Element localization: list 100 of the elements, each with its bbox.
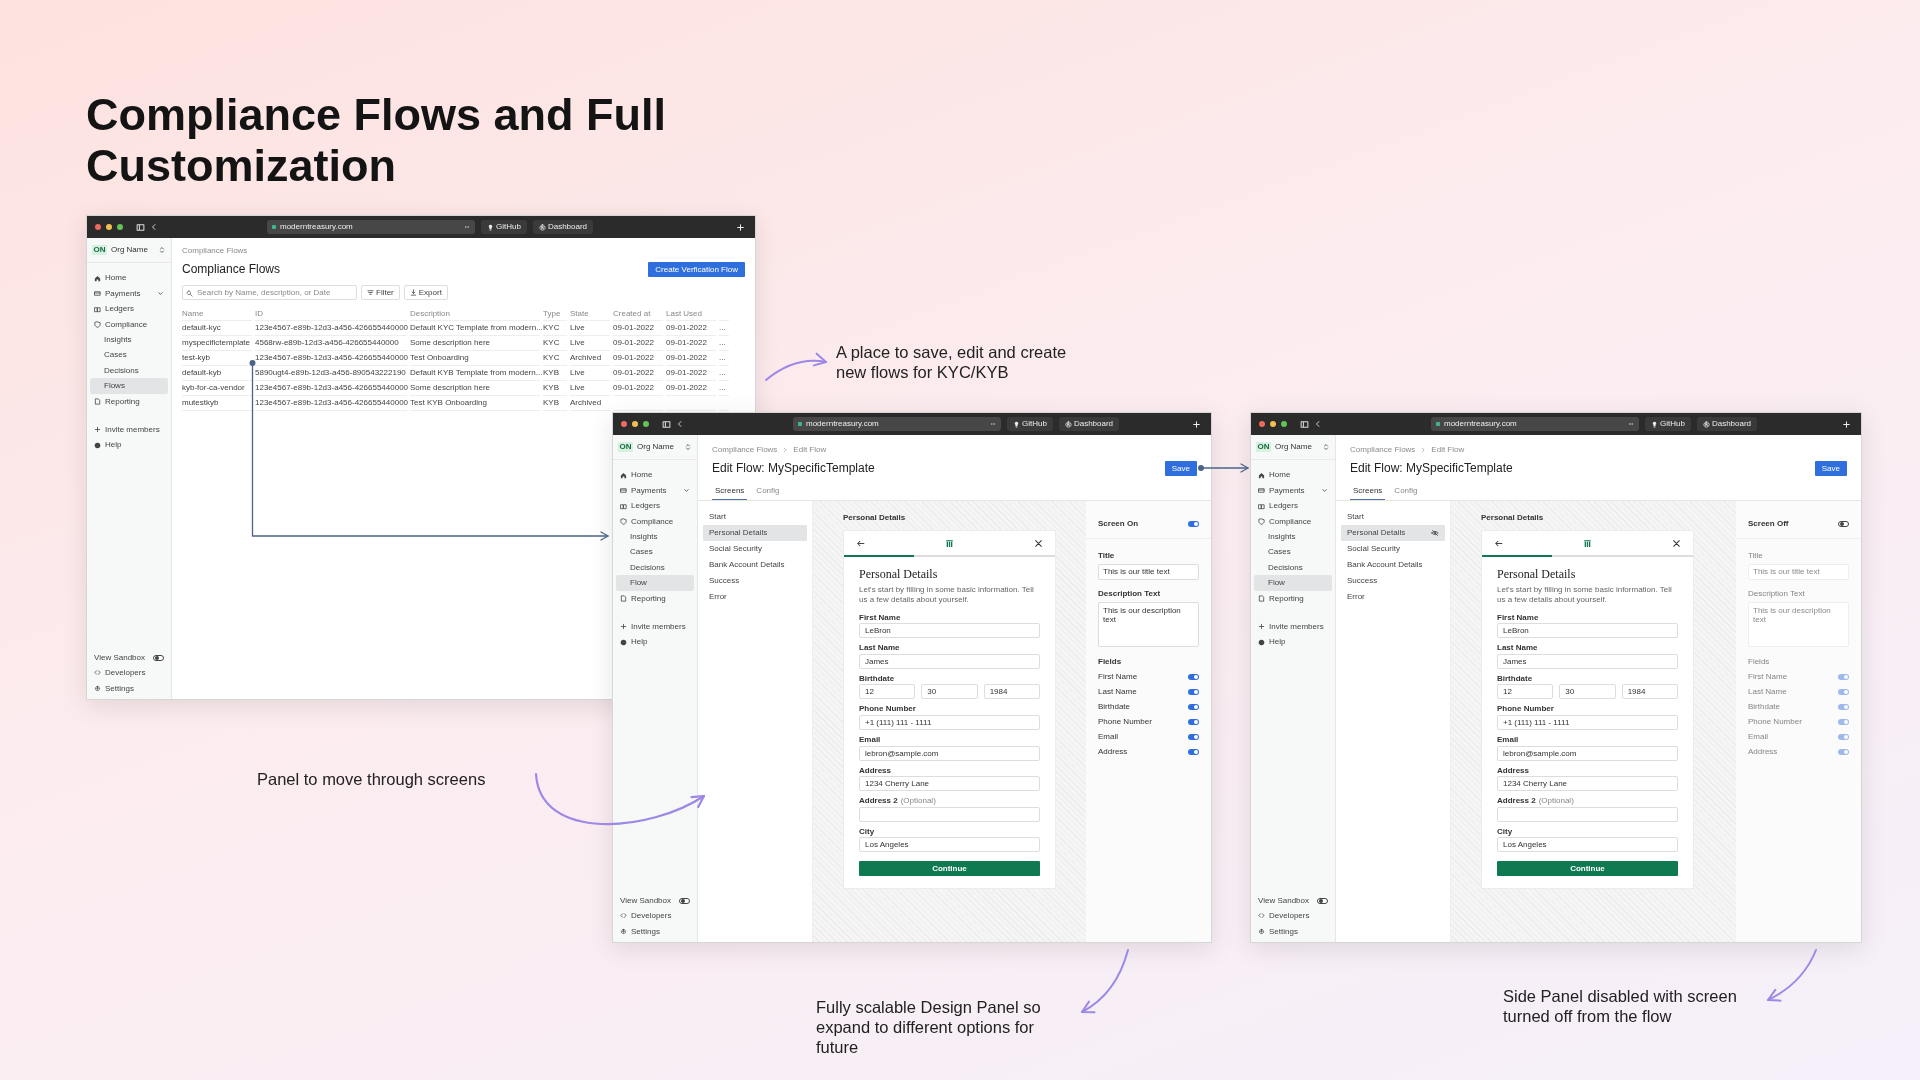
toggle-switch[interactable] [679, 897, 690, 904]
nav-item[interactable]: Settings [90, 680, 168, 696]
nav-item[interactable]: Invite members [1254, 619, 1332, 635]
input-field[interactable]: James [1497, 653, 1678, 669]
input-field[interactable]: 1234 Cherry Lane [1497, 776, 1678, 792]
screen-item[interactable]: Start [703, 508, 807, 525]
screen-item[interactable]: Social Security [1341, 540, 1445, 557]
nav-item[interactable]: Flow [1254, 575, 1332, 591]
nav-item[interactable]: Reporting [1254, 590, 1332, 607]
minimize-dot[interactable] [1270, 421, 1276, 427]
nav-item[interactable]: Cases [90, 347, 168, 363]
input-field[interactable]: Los Angeles [859, 837, 1040, 853]
toolbar-button[interactable]: Filter [361, 285, 400, 301]
save-button[interactable]: Save [1164, 460, 1197, 477]
toggle-switch[interactable] [1188, 688, 1199, 695]
nav-item[interactable]: Insights [616, 529, 694, 545]
nav-item[interactable]: Payments [616, 483, 694, 499]
screen-item[interactable]: Start [1341, 508, 1445, 525]
input-field[interactable]: 1984 [983, 684, 1040, 700]
nav-item[interactable]: Cases [1254, 544, 1332, 560]
input-field[interactable]: +1 (111) 111 - 1111 [859, 714, 1040, 730]
bookmark-tab[interactable]: GitHub [1645, 417, 1691, 431]
input-field[interactable]: James [859, 653, 1040, 669]
breadcrumb-link[interactable]: Edit Flow [793, 445, 827, 455]
input-field[interactable]: +1 (111) 111 - 1111 [1497, 714, 1678, 730]
nav-item[interactable]: Help [1254, 634, 1332, 650]
input-field[interactable]: lebron@sample.com [1497, 745, 1678, 761]
input-field[interactable]: Los Angeles [1497, 837, 1678, 853]
nav-item[interactable]: Insights [90, 332, 168, 348]
nav-item[interactable]: Compliance [90, 316, 168, 333]
maximize-dot[interactable] [117, 224, 123, 230]
nav-item[interactable]: Developers [616, 908, 694, 924]
minimize-dot[interactable] [632, 421, 638, 427]
nav-item[interactable]: Flow [616, 575, 694, 591]
toggle-switch[interactable] [1188, 673, 1199, 680]
more-button[interactable]: ... [719, 321, 729, 337]
screen-item[interactable]: Bank Account Details [1341, 556, 1445, 573]
more-button[interactable]: ... [719, 336, 729, 352]
nav-item[interactable]: Settings [1254, 923, 1332, 939]
input-field[interactable]: This is our title text [1098, 563, 1199, 580]
nav-item[interactable]: Home [616, 467, 694, 483]
address-bar[interactable]: moderntreasury.com [267, 220, 475, 234]
address-bar[interactable]: moderntreasury.com [1431, 417, 1639, 431]
create-button[interactable]: Create Verfication Flow [648, 261, 745, 278]
screen-item[interactable]: Personal Details [703, 524, 807, 541]
nav-item[interactable]: Settings [616, 923, 694, 939]
input-field[interactable]: lebron@sample.com [859, 745, 1040, 761]
address-bar[interactable]: moderntreasury.com [793, 417, 1001, 431]
tab[interactable]: Screens [712, 484, 748, 500]
nav-item[interactable]: Help [90, 437, 168, 453]
search-field[interactable]: Search by Name, description, or Date [182, 285, 357, 301]
toggle-switch[interactable] [1188, 703, 1199, 710]
tab[interactable]: Config [1391, 484, 1421, 500]
nav-item[interactable]: Home [1254, 467, 1332, 483]
input-field[interactable] [859, 806, 1040, 822]
toggle-switch[interactable] [1188, 520, 1199, 527]
close-dot[interactable] [621, 421, 627, 427]
input-field[interactable]: 30 [921, 684, 978, 700]
nav-item[interactable]: Decisions [90, 362, 168, 379]
screen-item[interactable]: Error [1341, 588, 1445, 605]
toggle-switch[interactable] [1317, 897, 1328, 904]
tab[interactable]: Config [753, 484, 783, 500]
input-field[interactable]: 12 [1497, 684, 1554, 700]
toggle-switch[interactable] [1188, 718, 1199, 725]
nav-item[interactable]: Ledgers [90, 301, 168, 317]
nav-item[interactable]: Decisions [616, 559, 694, 576]
close-dot[interactable] [95, 224, 101, 230]
nav-item[interactable]: Home [90, 270, 168, 286]
nav-item[interactable]: Insights [1254, 529, 1332, 545]
screen-item[interactable]: Success [703, 572, 807, 589]
more-button[interactable]: ... [719, 351, 729, 367]
screen-item[interactable]: Error [703, 588, 807, 605]
nav-item[interactable]: Payments [90, 286, 168, 302]
screen-item[interactable]: Success [1341, 572, 1445, 589]
tab[interactable]: Screens [1350, 484, 1386, 500]
bookmark-tab[interactable]: GitHub [481, 220, 527, 234]
nav-item[interactable]: Payments [1254, 483, 1332, 499]
toggle-switch[interactable] [153, 654, 164, 661]
nav-item[interactable]: Reporting [616, 590, 694, 607]
nav-item[interactable]: Compliance [616, 513, 694, 530]
nav-item[interactable]: Compliance [1254, 513, 1332, 530]
minimize-dot[interactable] [106, 224, 112, 230]
nav-item[interactable]: Invite members [616, 619, 694, 635]
nav-item[interactable]: Cases [616, 544, 694, 560]
breadcrumb-link[interactable]: Compliance Flows [182, 246, 248, 256]
screen-item[interactable]: Personal Details [1341, 524, 1445, 541]
input-field[interactable] [1497, 806, 1678, 822]
breadcrumb-link[interactable]: Edit Flow [1431, 445, 1465, 455]
continue-button[interactable]: Continue [859, 861, 1040, 877]
save-button[interactable]: Save [1814, 460, 1847, 477]
bookmark-tab[interactable]: Dashboard [1696, 417, 1758, 431]
screen-item[interactable]: Social Security [703, 540, 807, 557]
nav-item[interactable]: Help [616, 634, 694, 650]
nav-item[interactable]: Invite members [90, 422, 168, 438]
nav-item[interactable]: Decisions [1254, 559, 1332, 576]
more-button[interactable]: ... [719, 381, 729, 397]
maximize-dot[interactable] [1281, 421, 1287, 427]
input-field[interactable]: 1984 [1621, 684, 1678, 700]
input-field[interactable]: 12 [859, 684, 916, 700]
input-field[interactable]: 30 [1559, 684, 1616, 700]
